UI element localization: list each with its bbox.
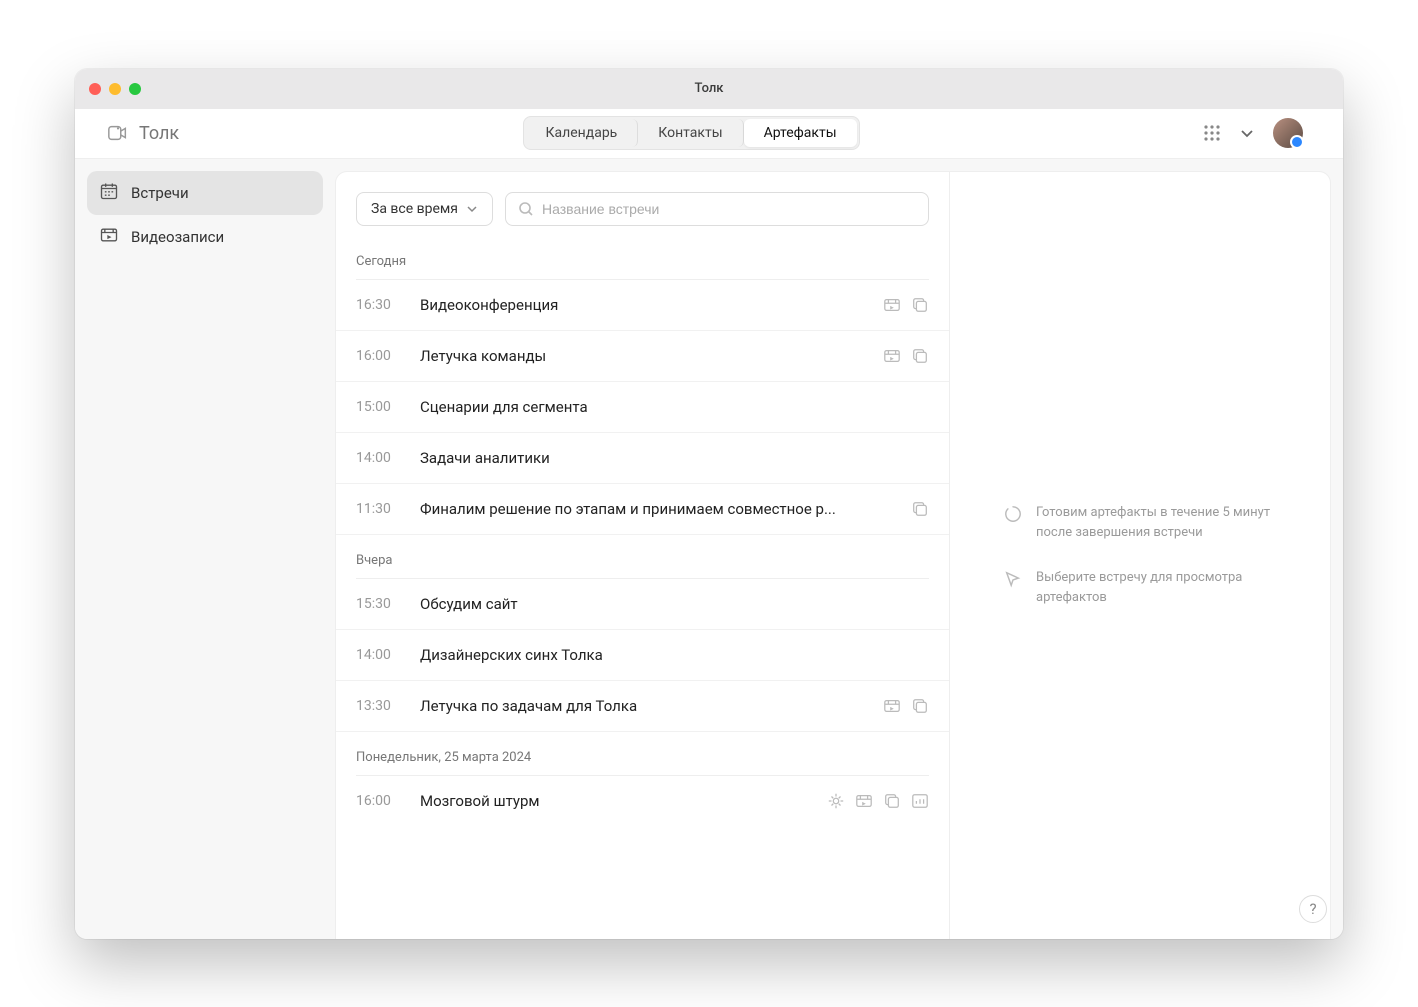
recording-icon [855, 792, 873, 810]
search-input[interactable] [542, 201, 916, 217]
meeting-title: Мозговой штурм [420, 792, 807, 810]
meeting-row[interactable]: 15:00 Сценарии для сегмента [336, 382, 949, 433]
top-nav-right [1203, 118, 1303, 148]
ai-icon [827, 792, 845, 810]
meeting-title: Финалим решение по этапам и принимаем со… [420, 500, 891, 518]
spinner-icon [1004, 505, 1022, 523]
recording-icon [883, 296, 901, 314]
apps-grid-icon[interactable] [1203, 124, 1221, 142]
hint-processing: Готовим артефакты в течение 5 минут посл… [1004, 503, 1276, 542]
minimize-window-button[interactable] [109, 83, 121, 95]
content-card: За все время Сегодня 16:30 Видеоконференци… [335, 171, 1331, 939]
meeting-title: Сценарии для сегмента [420, 398, 909, 416]
search-field[interactable] [505, 192, 929, 226]
window-title: Толк [695, 81, 724, 96]
meeting-row[interactable]: 13:30 Летучка по задачам для Толка [336, 681, 949, 732]
tab-contacts[interactable]: Контакты [638, 119, 743, 147]
transcript-icon [911, 697, 929, 715]
calendar-list-icon [99, 181, 119, 205]
sidebar-item-meetings[interactable]: Встречи [87, 171, 323, 215]
meeting-row[interactable]: 16:00 Летучка команды [336, 331, 949, 382]
meeting-row[interactable]: 16:00 Мозговой штурм [336, 776, 949, 826]
sidebar-item-label: Видеозаписи [131, 228, 224, 246]
avatar[interactable] [1273, 118, 1303, 148]
brand-name: Толк [139, 123, 179, 144]
main-tabs: Календарь Контакты Артефакты [523, 116, 860, 150]
hint-select-text: Выберите встречу для просмотра артефакто… [1036, 568, 1276, 607]
meeting-time: 14:00 [356, 450, 400, 466]
meeting-artifact-icons [883, 347, 929, 365]
meeting-title: Летучка по задачам для Толка [420, 697, 863, 715]
meeting-row[interactable]: 14:00 Задачи аналитики [336, 433, 949, 484]
sidebar: Встречи Видеозаписи [75, 159, 335, 939]
meeting-row[interactable]: 16:30 Видеоконференция [336, 280, 949, 331]
close-window-button[interactable] [89, 83, 101, 95]
group-label: Вчера [336, 535, 949, 578]
meeting-title: Дизайнерских синх Толка [420, 646, 909, 664]
content-wrap: За все время Сегодня 16:30 Видеоконференци… [335, 159, 1343, 939]
hint-select: Выберите встречу для просмотра артефакто… [1004, 568, 1276, 607]
filters: За все время [336, 192, 949, 236]
period-dropdown-label: За все время [371, 201, 458, 217]
meeting-time: 11:30 [356, 501, 400, 517]
group-label: Сегодня [336, 236, 949, 279]
meeting-title: Видеоконференция [420, 296, 863, 314]
tab-calendar[interactable]: Календарь [526, 119, 639, 147]
chevron-down-icon [466, 203, 478, 215]
meeting-list: За все время Сегодня 16:30 Видеоконференци… [336, 172, 950, 939]
stats-icon [911, 792, 929, 810]
brand-icon [107, 122, 129, 144]
meeting-time: 13:30 [356, 698, 400, 714]
meeting-row[interactable]: 15:30 Обсудим сайт [336, 579, 949, 630]
app-window: Толк Толк Календарь Контакты Артефакты [75, 69, 1343, 939]
meeting-row[interactable]: 14:00 Дизайнерских синх Толка [336, 630, 949, 681]
cursor-icon [1004, 570, 1022, 588]
maximize-window-button[interactable] [129, 83, 141, 95]
meeting-time: 14:00 [356, 647, 400, 663]
meeting-title: Обсудим сайт [420, 595, 909, 613]
traffic-lights [89, 83, 141, 95]
meeting-artifact-icons [911, 500, 929, 518]
meeting-title: Задачи аналитики [420, 449, 909, 467]
search-icon [518, 201, 534, 217]
titlebar: Толк [75, 69, 1343, 109]
hint-processing-text: Готовим артефакты в течение 5 минут посл… [1036, 503, 1276, 542]
meeting-title: Летучка команды [420, 347, 863, 365]
transcript-icon [911, 296, 929, 314]
period-dropdown[interactable]: За все время [356, 192, 493, 226]
detail-panel: Готовим артефакты в течение 5 минут посл… [950, 172, 1330, 939]
meeting-time: 15:00 [356, 399, 400, 415]
meeting-row[interactable]: 11:30 Финалим решение по этапам и принима… [336, 484, 949, 535]
workspace: Встречи Видеозаписи За все время [75, 159, 1343, 939]
meeting-time: 16:00 [356, 348, 400, 364]
meeting-time: 16:00 [356, 793, 400, 809]
meeting-artifact-icons [883, 697, 929, 715]
meeting-time: 16:30 [356, 297, 400, 313]
transcript-icon [911, 347, 929, 365]
meeting-artifact-icons [883, 296, 929, 314]
top-nav: Толк Календарь Контакты Артефакты [75, 109, 1343, 159]
meeting-time: 15:30 [356, 596, 400, 612]
sidebar-item-recordings[interactable]: Видеозаписи [87, 215, 323, 259]
transcript-icon [911, 500, 929, 518]
recording-icon [883, 347, 901, 365]
recording-icon [883, 697, 901, 715]
help-button[interactable]: ? [1299, 895, 1327, 923]
sidebar-item-label: Встречи [131, 184, 189, 202]
video-recordings-icon [99, 225, 119, 249]
transcript-icon [883, 792, 901, 810]
tab-artifacts[interactable]: Артефакты [744, 119, 857, 147]
chevron-down-icon[interactable] [1239, 125, 1255, 141]
group-label: Понедельник, 25 марта 2024 [336, 732, 949, 775]
brand[interactable]: Толк [107, 122, 179, 144]
meeting-artifact-icons [827, 792, 929, 810]
